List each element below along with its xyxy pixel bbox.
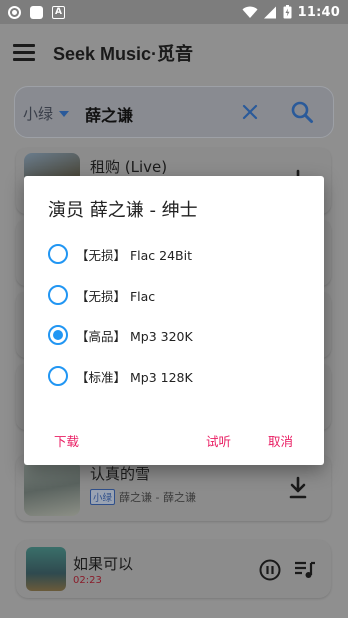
radio-button-selected[interactable]: [48, 325, 68, 345]
app-title: Seek Music·觅音: [53, 44, 194, 64]
menu-icon[interactable]: [13, 44, 35, 61]
status-bar: A 11:40: [0, 0, 348, 24]
option-label: 【无损】 Flac: [76, 288, 156, 304]
player-time: 02:23: [73, 575, 102, 586]
option-label: 【标准】 Mp3 128K: [76, 369, 193, 385]
wifi-icon: [242, 6, 258, 18]
radio-button[interactable]: [48, 366, 68, 386]
cancel-button[interactable]: 取消: [268, 431, 293, 450]
song-meta: 小绿 薛之谦 - 薛之谦: [90, 489, 196, 505]
signal-icon: [263, 6, 276, 18]
caret-down-icon: [59, 110, 70, 117]
source-tag: 小绿: [90, 489, 116, 505]
a-icon: A: [52, 5, 65, 19]
record-icon: [8, 5, 21, 19]
app-bar: Seek Music·觅音: [0, 24, 348, 82]
battery-icon: [283, 5, 292, 19]
option-label: 【高品】 Mp3 320K: [76, 328, 193, 344]
status-time: 11:40: [297, 4, 340, 20]
radio-button[interactable]: [48, 285, 68, 305]
source-label: 小绿: [23, 105, 54, 123]
mini-player[interactable]: 如果可以 02:23: [16, 540, 331, 598]
quality-dialog: 演员 薛之谦 - 绅士 【无损】 Flac 24Bit 【无损】 Flac 【高…: [24, 176, 324, 465]
search-box: 小绿 薛之谦: [14, 86, 334, 138]
square-icon: [30, 5, 43, 19]
search-input[interactable]: 薛之谦: [85, 102, 133, 126]
song-title: 租购 (Live): [90, 158, 168, 176]
song-artist: 薛之谦 - 薛之谦: [119, 491, 196, 504]
download-button[interactable]: 下载: [54, 431, 79, 450]
option-flac-24bit[interactable]: 【无损】 Flac 24Bit: [48, 240, 192, 268]
pause-icon[interactable]: [259, 559, 281, 581]
search-icon[interactable]: [290, 100, 314, 124]
option-mp3-128k[interactable]: 【标准】 Mp3 128K: [48, 362, 193, 390]
album-cover: [26, 547, 66, 591]
song-title: 认真的雪: [90, 465, 151, 483]
queue-icon[interactable]: [294, 560, 316, 580]
album-cover: [24, 460, 80, 516]
download-icon[interactable]: [287, 476, 309, 500]
option-mp3-320k[interactable]: 【高品】 Mp3 320K: [48, 321, 193, 349]
option-flac[interactable]: 【无损】 Flac: [48, 281, 155, 309]
preview-button[interactable]: 试听: [206, 431, 231, 450]
player-title: 如果可以: [73, 555, 134, 573]
close-icon[interactable]: [241, 103, 259, 121]
source-select[interactable]: 小绿: [23, 103, 70, 124]
option-label: 【无损】 Flac 24Bit: [76, 247, 192, 263]
radio-button[interactable]: [48, 244, 68, 264]
dialog-title: 演员 薛之谦 - 绅士: [48, 200, 198, 221]
